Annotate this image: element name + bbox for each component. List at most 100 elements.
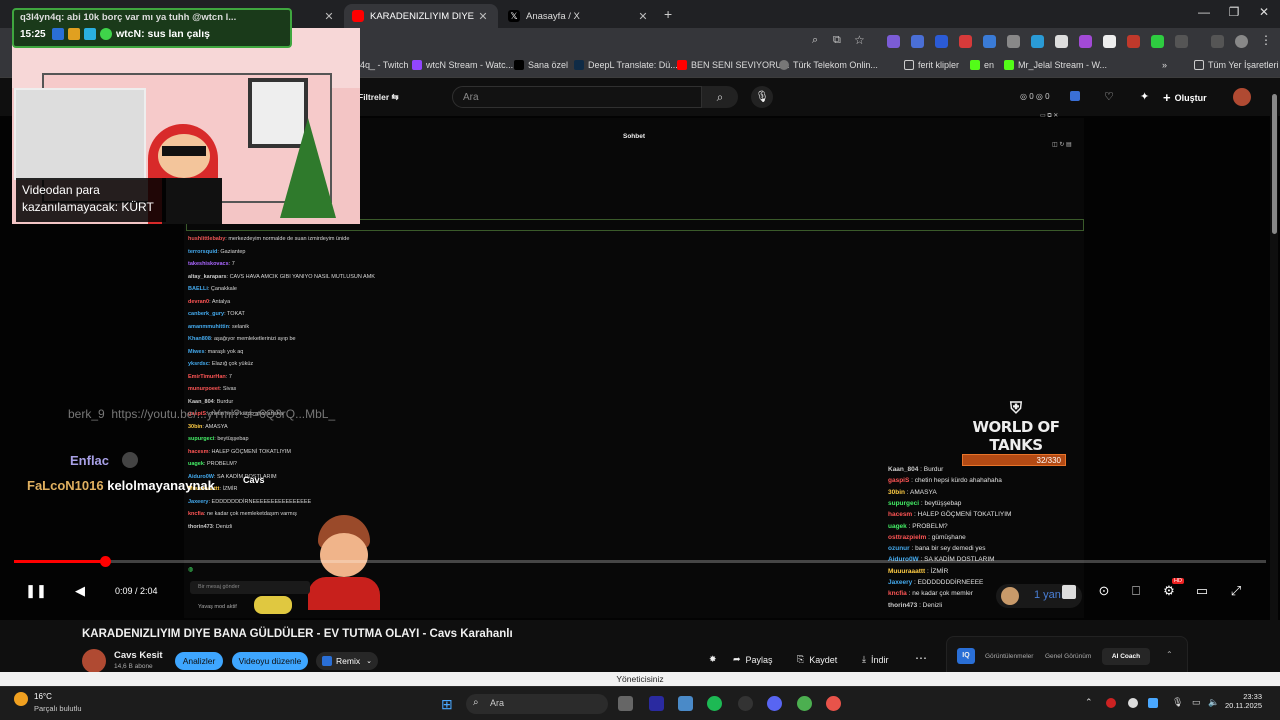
analytics-button[interactable]: Analizler [175,652,223,670]
time-display: 0:09 / 2:04 [115,586,158,596]
channel-avatar[interactable] [82,649,106,673]
weather-icon[interactable] [14,692,28,706]
zoom-icon[interactable]: ⌕ [812,34,818,47]
network-icon[interactable]: ▭ [1192,697,1201,708]
extension-icon[interactable] [983,35,996,48]
microphone-icon[interactable]: 🎙 [1172,697,1183,708]
close-tab-icon[interactable]: ✕ [636,10,650,23]
save-button[interactable]: ⎘ Kaydet [797,654,837,665]
settings-button[interactable]: ⚙ [1157,583,1181,599]
volume-icon[interactable]: 🔈 [1208,697,1219,708]
extension-icon[interactable] [1031,35,1044,48]
page-scrollbar[interactable] [1270,82,1278,672]
bookmark-item[interactable]: en [970,60,994,70]
clock[interactable]: 23:33 20.11.2025 [1224,692,1262,710]
file-explorer-icon[interactable] [618,696,633,711]
download-button[interactable]: ⤓ İndir [862,654,889,665]
extension-icon[interactable] [935,35,948,48]
bookmark-item[interactable]: 4q_ - Twitch [360,60,408,70]
discord-icon[interactable] [767,696,782,711]
pause-button[interactable]: ❚❚ [24,583,48,599]
share-button[interactable]: ➦ Paylaş [733,654,773,665]
tab-youtube-video[interactable]: KARADENIZLIYIM DIYE BANA GÜLDÜLER ✕ [344,4,498,28]
extension-icon[interactable] [1070,91,1080,101]
search-button[interactable]: ⌕ [702,86,738,108]
chat-input[interactable]: Bir mesaj gönder [190,581,310,594]
extensions-puzzle-icon[interactable] [1175,35,1188,48]
avatar[interactable] [1233,88,1251,106]
start-button[interactable]: ⊞ [441,696,453,713]
fullscreen-button[interactable]: ⤢ [1224,583,1248,599]
overview-tab[interactable]: Genel Görünüm [1045,653,1091,660]
spotify-icon[interactable] [707,696,722,711]
bookmark-item[interactable]: BEN SENI SEVIYORU... [677,60,790,70]
theater-mode-button[interactable]: ▭ [1190,583,1214,599]
extension-icon[interactable] [1127,35,1140,48]
extension-icon[interactable] [959,35,972,48]
remix-button[interactable]: Remix ⌄ [316,652,378,670]
extension-icon[interactable] [1079,35,1092,48]
extension-icon[interactable] [1055,35,1068,48]
extension-icon[interactable] [1007,35,1020,48]
extension-icon[interactable] [887,35,900,48]
search-input[interactable]: Ara [452,86,702,108]
close-window-icon[interactable]: ✕ [1254,5,1274,19]
tab-previous[interactable]: ✕ [300,4,344,28]
chrome-icon[interactable] [797,696,812,711]
create-button[interactable]: + Oluştur [1163,90,1207,105]
tray-app-icon[interactable] [1128,698,1138,708]
install-icon[interactable]: ⧉ [833,34,841,47]
chat-text: : HALEP GÖÇMENİ TOKATLIYIM [208,448,291,455]
new-tab-button[interactable]: + [664,6,672,22]
x-icon [514,60,524,70]
restore-icon[interactable]: ❐ [1224,5,1244,19]
chat-text: : gümüşhane [926,533,966,541]
extension-icon[interactable] [1103,35,1116,48]
voice-search-button[interactable]: 🎙 [751,86,773,108]
more-options-button[interactable]: ⋯ [915,651,927,665]
tray-app-icon[interactable] [1106,698,1116,708]
tray-chevron-icon[interactable]: ⌃ [1085,697,1093,708]
autoplay-toggle[interactable]: ⊙ [1092,583,1116,599]
ai-coach-button[interactable]: AI Coach [1102,648,1150,665]
slow-mode-notice: Yavaş mod aktif [198,604,237,610]
tray-app-icon[interactable] [1148,698,1158,708]
taskbar-search[interactable]: Ara [466,694,608,714]
reading-list-icon[interactable] [1211,35,1224,48]
iq-extension-icon[interactable] [1062,585,1076,599]
chat-username: EmirTimurHan [188,373,226,380]
bell-icon[interactable]: ♡ [1104,90,1114,103]
bookmark-item[interactable]: Mr_Jelal Stream - W... [1004,60,1107,70]
filters-button[interactable]: Filtreler ⇆ [358,92,399,103]
views-tab[interactable]: Görüntülenmeler [985,653,1033,660]
gear-icon[interactable]: ✸ [709,654,717,665]
extension-icon[interactable] [911,35,924,48]
subtitles-button[interactable]: ⎕ [1124,583,1148,599]
bookmark-star-icon[interactable]: ☆ [854,33,865,47]
tab-x-home[interactable]: 𝕏 Anasayfa / X ✕ [500,4,658,28]
close-tab-icon[interactable]: ✕ [322,10,336,23]
extension-icon[interactable] [1151,35,1164,48]
minimize-icon[interactable]: — [1194,5,1214,19]
gear-icon[interactable]: ✦ [1140,90,1149,103]
bookmark-item[interactable]: DeepL Translate: Dü... [574,60,678,70]
video-progress-bar[interactable] [14,556,1266,567]
premiere-icon[interactable] [649,696,664,711]
browser-menu-icon[interactable]: ⋮ [1260,33,1272,47]
bookmark-folder[interactable]: ferit klipler [904,60,959,70]
bookmark-item[interactable]: Sana özel [514,60,568,70]
collapse-chevron-icon[interactable]: ⌃ [1166,650,1173,659]
channel-name[interactable]: Cavs Kesit [114,650,163,661]
bookmark-item[interactable]: wtcN Stream - Watc... [412,60,513,70]
edit-video-button[interactable]: Videoyu düzenle [232,652,308,670]
chrome-icon[interactable] [826,696,841,711]
close-tab-icon[interactable]: ✕ [476,10,490,23]
app-icon[interactable] [678,696,693,711]
bookmark-item[interactable]: Türk Telekom Onlin... [779,60,878,70]
all-bookmarks[interactable]: Tüm Yer İşaretleri [1194,60,1279,70]
volume-button[interactable]: ◀ [68,583,92,599]
profile-avatar-icon[interactable] [1235,35,1248,48]
app-icon[interactable] [738,696,753,711]
temperature[interactable]: 16°C [34,692,52,701]
bookmarks-overflow-icon[interactable]: » [1162,60,1167,70]
